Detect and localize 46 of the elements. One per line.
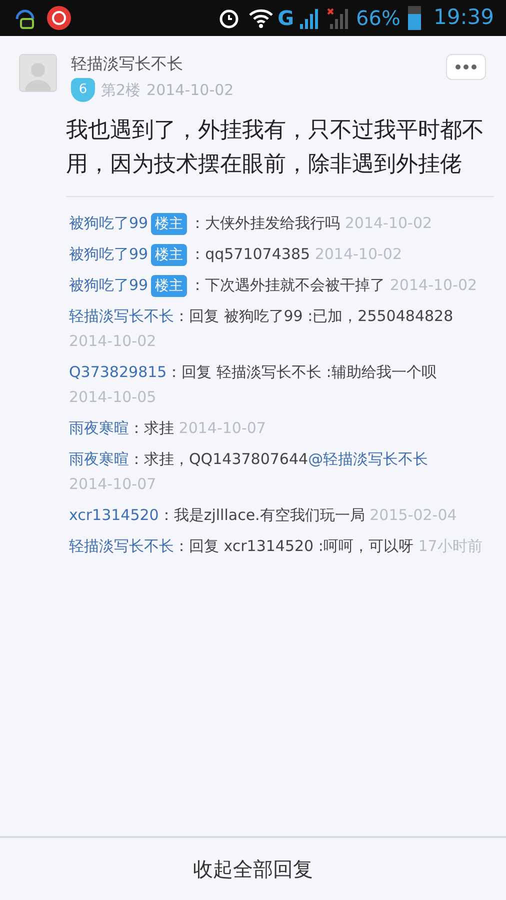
reply-text: ：回复 被狗吃了99 :已加，2550484828 xyxy=(174,307,454,325)
reply-time: 2014-10-02 xyxy=(69,331,156,352)
reply-time: 2014-10-02 xyxy=(314,244,402,265)
no-signal-icon xyxy=(326,7,348,29)
reply-text: ：大侠外挂发给我行吗 xyxy=(190,214,340,232)
battery-percent: 66% xyxy=(356,5,400,32)
mention-link[interactable]: @轻描淡写长不长 xyxy=(308,450,428,468)
reply-time: 17小时前 xyxy=(418,536,482,557)
more-button[interactable] xyxy=(446,54,486,80)
reply-text: ：我是zjlllace.有空我们玩一局 xyxy=(158,506,365,524)
signal-icon xyxy=(298,7,318,29)
reply-author-link[interactable]: 雨夜寒暄 xyxy=(69,419,129,437)
reply-author-link[interactable]: 雨夜寒暄 xyxy=(69,450,129,468)
reply-time: 2014-10-07 xyxy=(69,474,156,495)
reply-text: ：回复 轻描淡写长不长 :辅助给我一个呗 xyxy=(166,363,436,381)
level-badge: 6 xyxy=(71,78,95,102)
post-date: 2014-10-02 xyxy=(146,80,234,101)
clock-time: 19:39 xyxy=(433,4,494,32)
reply-author-link[interactable]: 轻描淡写长不长 xyxy=(69,537,174,555)
reply-text: ：下次遇外挂就不会被干掉了 xyxy=(190,276,386,294)
reply-author-link[interactable]: 被狗吃了99 xyxy=(69,214,148,232)
reply-author-link[interactable]: 被狗吃了99 xyxy=(69,276,148,294)
alarm-clock-icon xyxy=(218,7,240,29)
owner-badge: 楼主 xyxy=(151,213,188,235)
post-author[interactable]: 轻描淡写长不长 xyxy=(71,54,183,74)
owner-badge: 楼主 xyxy=(151,275,188,297)
post-body: 我也遇到了，外挂我有，只不过我平时都不用，因为技术摆在眼前，除非遇到外挂佬 xyxy=(65,117,485,179)
reply-time: 2014-10-07 xyxy=(178,418,266,439)
network-type: G xyxy=(278,5,294,32)
reply-author-link[interactable]: xcr1314520 xyxy=(69,506,159,524)
battery-icon xyxy=(408,6,422,30)
reply-text: ：回复 xcr1314520 :呵呵，可以呀 xyxy=(174,537,414,555)
reply-text: ：求挂，QQ1437807644 xyxy=(129,450,308,468)
floor-number: 第2楼 xyxy=(101,80,141,101)
reply-author-link[interactable]: 被狗吃了99 xyxy=(69,245,148,263)
wifi-icon xyxy=(248,7,274,29)
reply-time: 2014-10-02 xyxy=(344,213,432,234)
reply-text: ：qq571074385 xyxy=(190,245,310,263)
reply-author-link[interactable]: 轻描淡写长不长 xyxy=(69,307,174,325)
reply-time: 2014-10-05 xyxy=(69,387,156,408)
reply-time: 2015-02-04 xyxy=(370,505,457,526)
reply-time: 2014-10-02 xyxy=(390,275,478,296)
reply-author-link[interactable]: Q373829815 xyxy=(69,363,167,381)
more-dots-icon xyxy=(455,64,477,70)
owner-badge: 楼主 xyxy=(151,244,188,266)
reply-text: ：求挂 xyxy=(129,419,174,437)
